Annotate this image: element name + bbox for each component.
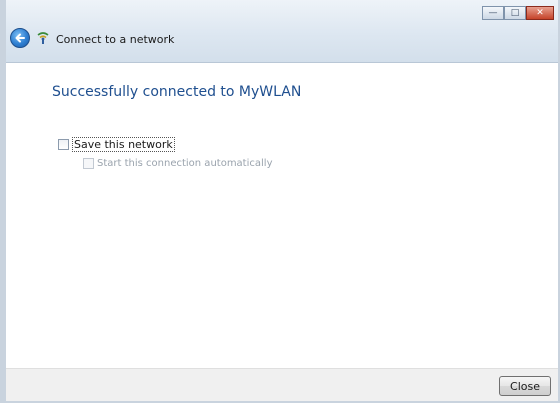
caption-buttons: — □ ✕ <box>482 6 554 20</box>
save-network-label[interactable]: Save this network <box>72 137 175 152</box>
close-icon: ✕ <box>536 7 544 18</box>
auto-start-option: Start this connection automatically <box>83 158 272 169</box>
window-title: Connect to a network <box>56 33 175 46</box>
maximize-button[interactable]: □ <box>504 6 526 20</box>
network-icon <box>37 32 49 44</box>
minimize-icon: — <box>488 7 498 18</box>
dialog-footer: Close <box>6 368 558 401</box>
status-heading: Successfully connected to MyWLAN <box>52 84 302 100</box>
auto-start-checkbox <box>83 158 94 169</box>
close-window-button[interactable]: ✕ <box>526 6 554 20</box>
close-button[interactable]: Close <box>499 376 551 396</box>
back-arrow-icon <box>15 33 25 43</box>
title-bar: — □ ✕ Connect to a network <box>6 0 558 63</box>
back-button[interactable] <box>10 28 30 48</box>
minimize-button[interactable]: — <box>482 6 504 20</box>
auto-start-label: Start this connection automatically <box>97 158 273 169</box>
dialog-window: — □ ✕ Connect to a network Successfully … <box>0 0 560 403</box>
save-network-option[interactable]: Save this network <box>58 137 175 152</box>
save-network-checkbox[interactable] <box>58 139 69 150</box>
maximize-icon: □ <box>510 7 520 18</box>
